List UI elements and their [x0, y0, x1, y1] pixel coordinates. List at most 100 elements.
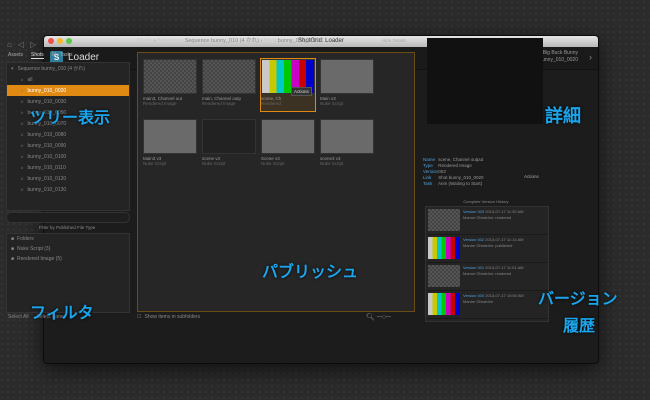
tree-item[interactable]: ▹ bunny_010_0080 [7, 129, 129, 140]
tab-shots[interactable]: Shots [31, 52, 44, 59]
tree-view[interactable]: ▾ Sequence bunny_010 (4 かれ) ▹ all ▹ bunny_010… [6, 62, 130, 211]
tree-item[interactable]: ▹ bunny_010_0090 [7, 140, 129, 151]
version-name: Version 001 [463, 265, 485, 270]
filter-label: Rendered Image (5) [17, 256, 62, 262]
tree-item[interactable]: ▹ bunny_010_0120 [7, 173, 129, 184]
select-all-button[interactable]: Select All [8, 314, 29, 320]
publish-thumbnail[interactable]: Main3 v3 Nuke Script [143, 119, 197, 171]
publish-thumbnail[interactable]: scene3 v3 Nuke Script [320, 119, 374, 171]
detail-key: Task [423, 181, 433, 186]
subfolders-toggle[interactable]: ☐ Show items in subfolders [137, 314, 200, 320]
details-actions-button[interactable]: Actions [524, 174, 539, 179]
tree-item[interactable]: ▹ all [7, 74, 129, 85]
tree-item-label: bunny_010_0080 [27, 131, 67, 138]
filter-checkbox-icon[interactable]: ■ [11, 236, 14, 242]
version-history-item[interactable]: Version 000 2013-07-17 10:50 AM Manne Öhr… [426, 291, 548, 319]
breadcrumb-shot[interactable]: bunny_010_0020 [278, 38, 321, 44]
version-thumbnail [428, 237, 460, 259]
thumbnail-image [202, 119, 256, 154]
detail-value: scene, Channel output [438, 157, 484, 162]
version-history-list[interactable]: Version 003 2013-07-17 11:30 AM Manne Öhr… [425, 206, 549, 322]
shot-icon: ▹ [21, 186, 24, 193]
version-author: Manne Öhrström: published [463, 243, 513, 248]
version-author: Manne Öhrström: rendered [463, 215, 512, 220]
tree-item-label: bunny_010_0020 [27, 87, 67, 94]
publish-thumbnail[interactable]: scene, Ch Rendered Actions [260, 58, 316, 112]
version-name: Version 002 [463, 237, 485, 242]
nav-row: ⌂ ◁ ▷ [4, 37, 132, 51]
version-text: Version 003 2013-07-17 11:30 AM Manne Öhr… [463, 209, 523, 232]
home-icon[interactable]: ⌂ [7, 40, 12, 49]
hide-details-button[interactable]: Hide Details [382, 38, 406, 43]
entity-tabs: Assets Shots My Tasks [4, 51, 132, 59]
publish-thumbnail[interactable]: main3, Channel out Rendered Image [143, 59, 197, 111]
back-arrow-icon[interactable]: ◁ [18, 40, 24, 49]
filter-header: Filter by Published File Type [38, 225, 96, 230]
shot-icon: ▹ [21, 98, 24, 105]
forward-arrow-icon[interactable]: ▷ [30, 40, 36, 49]
thumbnail-image [143, 119, 197, 154]
version-date: 2013-07-17 11:30 AM [485, 209, 524, 214]
tab-my-tasks[interactable]: My Tasks [52, 52, 73, 58]
tree-item-label: bunny_010_0110 [27, 164, 66, 171]
overlay-publish-label: パブリッシュ [262, 262, 359, 281]
detail-value: Shot bunny_010_0020 [438, 175, 484, 180]
publish-thumbnail[interactable]: scene v3 Nuke Script [202, 119, 256, 171]
filter-item[interactable]: ■ Nuke Script (3) [7, 244, 129, 254]
shot-icon: ▹ [21, 153, 24, 160]
filter-checkbox-icon[interactable]: ■ [11, 256, 14, 262]
version-text: Version 000 2013-07-17 10:50 AM Manne Öhr… [463, 293, 524, 316]
filter-item[interactable]: ■ Rendered Image (5) [7, 254, 129, 264]
checkbox-icon[interactable]: ☐ [137, 314, 141, 320]
left-panel: ⌂ ◁ ▷ Assets Shots My Tasks ▾ Sequence bu… [4, 37, 132, 323]
overlay-history-label-2: 履歴 [563, 316, 596, 335]
thumbnail-type: Rendered Image [202, 101, 236, 106]
chevron-right-icon[interactable]: › [589, 52, 592, 62]
version-text: Version 002 2013-07-17 11:14 AM Manne Öhr… [463, 237, 523, 260]
thumbnail-actions-button[interactable]: Actions [291, 87, 312, 96]
breadcrumb: Shots › Sequence Sequence bunny_010 (4 か… [137, 38, 321, 44]
overlay-history-label-1: バージョン [538, 289, 618, 308]
filter-checkbox-icon[interactable]: ■ [11, 246, 14, 252]
tree-item[interactable]: ▹ bunny_010_0130 [7, 184, 129, 195]
version-date: 2013-07-17 11:01 AM [485, 265, 524, 270]
version-history-item[interactable]: Version 002 2013-07-17 11:14 AM Manne Öhr… [426, 235, 548, 263]
zoom-icon[interactable]: 🔍︎ ─○─ [366, 313, 391, 321]
tree-item-label: Sequence bunny_010 (4 かれ) [17, 66, 86, 72]
shot-icon: ▹ [21, 131, 24, 138]
shot-icon: ▹ [21, 164, 24, 171]
details-panel: Name scene, Channel output Type Rendered … [423, 36, 550, 322]
version-thumbnail [428, 209, 460, 231]
shot-icon: ▹ [21, 87, 24, 94]
thumbnail-type: Nuke Script [202, 161, 226, 166]
publish-thumbnail[interactable]: main, Channel outp Rendered Image [202, 59, 256, 111]
thumbnail-image [261, 119, 315, 154]
details-fields: Name scene, Channel output Type Rendered … [423, 157, 484, 187]
version-author: Manne Öhrström: rendered [463, 271, 512, 276]
thumbnail-type: Rendered Image [143, 101, 177, 106]
publish-thumbnail[interactable]: Main v3 Nuke Script [320, 59, 374, 111]
thumbnail-type: Rendered [261, 101, 281, 106]
thumbnail-type: Nuke Script [143, 161, 167, 166]
breadcrumb-shot-label: Shot [263, 38, 277, 44]
tree-item[interactable]: ▹ bunny_010_0020 [7, 85, 129, 96]
tree-item[interactable]: ▹ bunny_010_0110 [7, 162, 129, 173]
thumbnail-type: Nuke Script [320, 101, 344, 106]
publish-thumbnail[interactable]: Scene v3 Nuke Script [261, 119, 315, 171]
version-thumbnail [428, 265, 460, 287]
shot-icon: ▹ [21, 76, 24, 83]
tab-assets[interactable]: Assets [8, 52, 23, 58]
tree-item[interactable]: ▾ Sequence bunny_010 (4 かれ) [7, 63, 129, 74]
filter-label: Nuke Script (3) [17, 246, 51, 252]
version-history-item[interactable]: Version 003 2013-07-17 11:30 AM Manne Öhr… [426, 207, 548, 235]
overlay-tree-label: ツリー表示 [30, 108, 111, 127]
filter-item[interactable]: ■ Folders [7, 234, 129, 244]
search-input[interactable] [6, 212, 130, 223]
detail-value: Anm (Waiting to Start) [438, 181, 483, 186]
tree-item-label: bunny_010_0100 [27, 153, 67, 160]
detail-value: Rendered Image [438, 163, 472, 168]
version-history-item[interactable]: Version 001 2013-07-17 11:01 AM Manne Öhr… [426, 263, 548, 291]
breadcrumb-sequence[interactable]: Sequence bunny_010 (4 かれ) [185, 38, 259, 44]
tree-item[interactable]: ▹ bunny_010_0100 [7, 151, 129, 162]
breadcrumb-shots[interactable]: Shots [137, 38, 152, 44]
